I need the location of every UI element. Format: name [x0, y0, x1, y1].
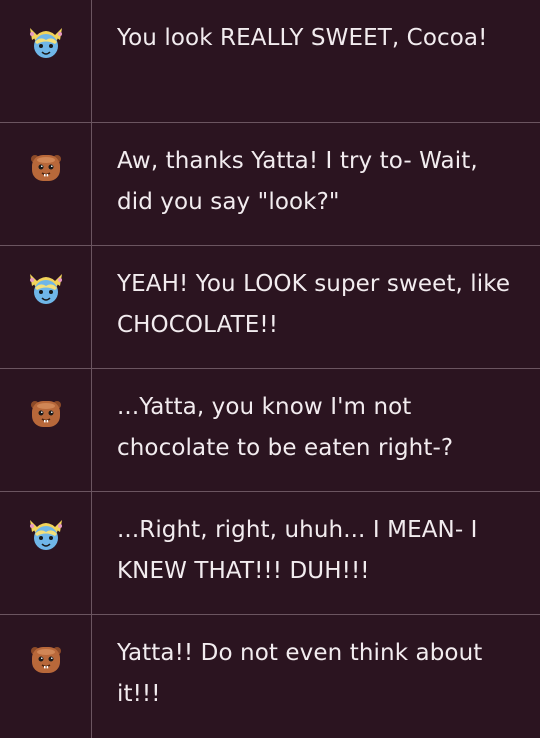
yatta-avatar-icon	[26, 514, 66, 614]
cocoa-avatar-icon	[26, 391, 66, 491]
avatar-cell	[0, 246, 92, 368]
message-row: Yatta!! Do not even think about it!!!	[0, 615, 540, 738]
message-text: Yatta!! Do not even think about it!!!	[117, 640, 483, 707]
message-row: Aw, thanks Yatta! I try to- Wait, did yo…	[0, 123, 540, 246]
message-row: ...Right, right, uhuh... I MEAN- I KNEW …	[0, 492, 540, 615]
message-text: You look REALLY SWEET, Cocoa!	[117, 25, 488, 51]
avatar-cell	[0, 492, 92, 614]
message-text: ...Right, right, uhuh... I MEAN- I KNEW …	[117, 517, 478, 584]
conversation-table: You look REALLY SWEET, Cocoa! Aw, thanks…	[0, 0, 540, 738]
avatar-cell	[0, 369, 92, 491]
avatar-cell	[0, 123, 92, 245]
message-row: ...Yatta, you know I'm not chocolate to …	[0, 369, 540, 492]
avatar-cell	[0, 0, 92, 122]
message-text: YEAH! You LOOK super sweet, like CHOCOLA…	[117, 271, 511, 338]
avatar-cell	[0, 615, 92, 738]
yatta-avatar-icon	[26, 22, 66, 122]
cocoa-avatar-icon	[26, 637, 66, 738]
yatta-avatar-icon	[26, 268, 66, 368]
cocoa-avatar-icon	[26, 145, 66, 245]
message-text: Aw, thanks Yatta! I try to- Wait, did yo…	[117, 148, 478, 215]
message-row: YEAH! You LOOK super sweet, like CHOCOLA…	[0, 246, 540, 369]
message-text: ...Yatta, you know I'm not chocolate to …	[117, 394, 454, 461]
message-row: You look REALLY SWEET, Cocoa!	[0, 0, 540, 123]
